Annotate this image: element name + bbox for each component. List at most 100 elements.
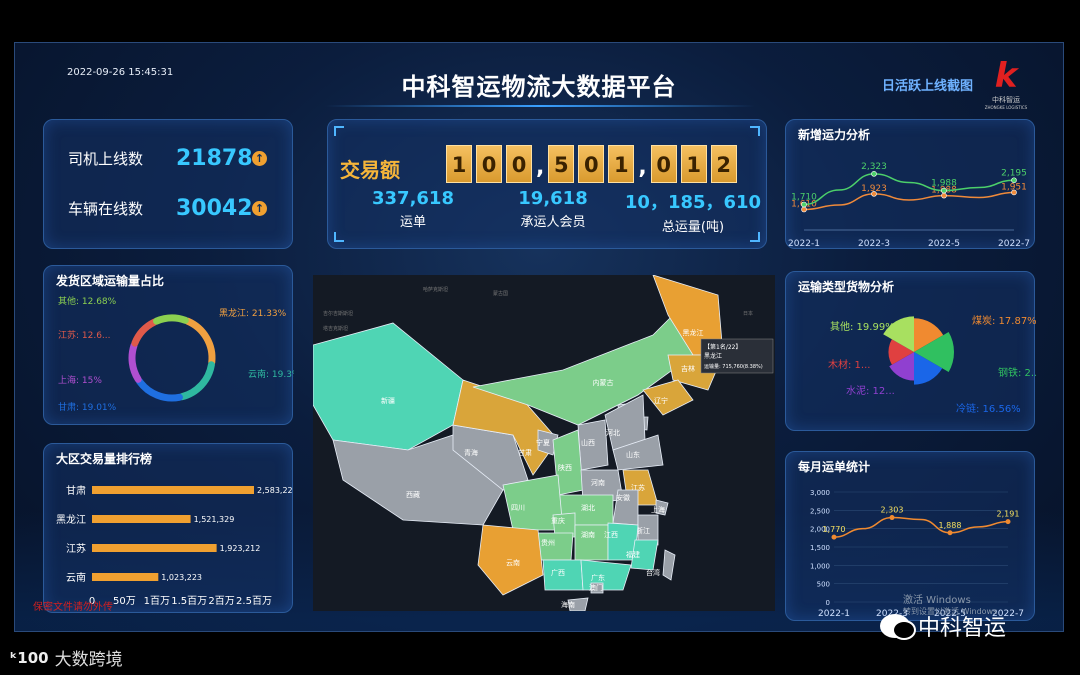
data-point: [1011, 177, 1017, 184]
slice-label: 其他: 19.99%: [830, 320, 895, 333]
logo-subtext: ZHONGKE LOGISTICS: [984, 105, 1028, 110]
bottom-logo: ᵏ100 大数跨境: [10, 645, 123, 671]
digit-tile: 0: [506, 145, 532, 183]
slice-label: 冷链: 16.56%: [956, 402, 1021, 415]
digit-tile: 1: [608, 145, 635, 183]
stat-value: 19,618: [518, 188, 588, 209]
company-logo: k 中科智运 ZHONGKE LOGISTICS: [981, 57, 1031, 113]
slice-label: 黑龙江: 21.33%: [219, 307, 287, 319]
series-line: [803, 191, 1015, 211]
province-map[interactable]: 新疆西藏青海甘肃宁夏内蒙古黑龙江吉林辽宁北京天津河北山西陕西山东河南江苏安徽上海…: [312, 274, 775, 612]
cargo-panel: 运输类型货物分析 煤炭: 17.87%钢铁: 2...冷链: 16.56%水泥:…: [785, 271, 1036, 431]
slice-label: 江苏: 12.6...: [58, 329, 111, 341]
kpi-label: 车辆在线数: [68, 200, 144, 218]
province-label: 甘肃: [518, 448, 532, 457]
data-label: 2,195: [1001, 168, 1027, 178]
province-label: 青海: [464, 448, 478, 457]
border-label: 哈萨克斯坦: [423, 286, 448, 293]
province-label: 宁夏: [536, 438, 550, 447]
value-label: 1,521,329: [194, 515, 235, 524]
digit-tile: 0: [476, 145, 502, 183]
capacity-panel: 新增运力分析 2022-12022-32022-52022-71,6101,92…: [785, 119, 1035, 249]
digit-tile: 1: [446, 145, 472, 183]
stat-value: 337,618: [372, 188, 454, 209]
province-label: 湖南: [581, 530, 595, 539]
stat-members: 19,618 承运人会员: [488, 188, 618, 230]
slice-label: 木材: 1...: [828, 358, 870, 371]
map-tooltip: 【第1名/22】黑龙江运输量: 715,760(8.38%): [700, 338, 774, 374]
corner-decoration: [750, 126, 760, 136]
category-label: 甘肃: [66, 484, 86, 497]
data-point: [941, 187, 947, 194]
border-label: 吉尔吉斯斯坦: [323, 310, 353, 317]
value-label: 1,023,223: [161, 573, 202, 582]
province-label: 山西: [581, 438, 595, 447]
ranking-bar-chart: 甘肃 2,583,22 黑龙江 1,521,329 江苏 1,923,212 云南 1,023…: [56, 484, 293, 607]
bar: [92, 544, 217, 552]
data-label: 1,888: [939, 521, 962, 530]
digit-separator: ,: [536, 155, 545, 180]
category-label: 云南: [66, 571, 86, 584]
province-label: 内蒙古: [593, 378, 614, 387]
data-label: 2,191: [997, 510, 1020, 519]
donut-slice: [135, 377, 183, 402]
series-line: [833, 516, 1009, 538]
arrow-up-icon: ↑: [252, 201, 267, 216]
data-point: [1005, 519, 1011, 525]
bottom-logo-text: 大数跨境: [54, 650, 123, 670]
y-tick-label: 0: [826, 599, 830, 607]
cargo-rose-chart: 煤炭: 17.87% 钢铁: 2... 冷链: 16.56% 水泥: 12... 木材:…: [828, 314, 1036, 415]
region-share-panel: 发货区域运输量占比 黑龙江: 21.33%云南: 19.3%甘肃: 19.01%…: [43, 265, 294, 425]
data-point: [801, 201, 807, 208]
border-label: 蒙古国: [493, 290, 508, 297]
wechat-icon: [880, 614, 916, 640]
province-label: 山东: [626, 450, 640, 459]
province-label: 河南: [591, 478, 605, 487]
province-label: 澳门: [589, 583, 603, 592]
province-label: 吉林: [681, 364, 695, 373]
province-label: 海南: [561, 600, 575, 609]
y-tick-label: 500: [817, 581, 830, 589]
digit-tile: 2: [710, 145, 737, 183]
corner-decoration: [334, 232, 344, 242]
logo-text: 中科智运: [992, 96, 1020, 104]
border-label: 塔吉克斯坦: [323, 325, 348, 332]
logo-letter: k: [994, 56, 1018, 96]
province-label: 西藏: [406, 490, 420, 499]
donut-slice: [153, 314, 189, 325]
digit-tile: 5: [548, 145, 575, 183]
digit-tile: 0: [650, 145, 677, 183]
data-label: 2,303: [881, 506, 904, 515]
donut-slice: [128, 341, 142, 383]
data-label: 1,710: [791, 193, 817, 203]
value-label: 2,583,22: [257, 486, 293, 495]
x-tick-label: 2百万: [208, 595, 234, 607]
china-map[interactable]: 新疆西藏青海甘肃宁夏内蒙古黑龙江吉林辽宁北京天津河北山西陕西山东河南江苏安徽上海…: [312, 274, 775, 612]
province-label: 安徽: [616, 493, 630, 502]
bar: [92, 573, 159, 581]
province-label: 辽宁: [654, 396, 668, 405]
deal-amount-digits: 100,501,012: [446, 145, 741, 183]
province-label: 重庆: [551, 516, 565, 525]
y-tick-label: 1,000: [810, 562, 830, 570]
y-tick-label: 2,500: [810, 507, 830, 515]
confidential-watermark: 保密文件请勿外传: [33, 602, 113, 613]
donut-slice: [178, 361, 215, 401]
data-point: [889, 515, 895, 521]
province-label: 陕西: [558, 463, 572, 472]
kpi-value: 21878: [176, 146, 253, 171]
data-point: [871, 171, 877, 177]
slice-label: 煤炭: 17.87%: [972, 314, 1036, 327]
province-新疆: [312, 322, 464, 451]
slice-label: 甘肃: 19.01%: [58, 401, 117, 413]
digit-separator: ,: [638, 155, 647, 180]
kpi-label: 司机上线数: [68, 150, 144, 168]
kpi-panel: 司机上线数 21878 ↑ 车辆在线数 30042 ↑: [43, 119, 293, 249]
province-label: 上海: [651, 505, 665, 514]
x-tick-label: 1百万: [144, 595, 170, 607]
dashboard-screen: 2022-09-26 15:45:31 中科智运物流大数据平台 日活跃上线截图 …: [14, 42, 1064, 632]
kpi-vehicles: 车辆在线数 30042 ↑: [68, 196, 267, 221]
region-donut-chart: 黑龙江: 21.33% 云南: 19.3% 甘肃: 19.01% 上海: 15% 江苏:…: [58, 295, 294, 413]
digit-tile: 0: [578, 145, 605, 183]
wechat-badge: 中科智运: [880, 610, 1006, 642]
